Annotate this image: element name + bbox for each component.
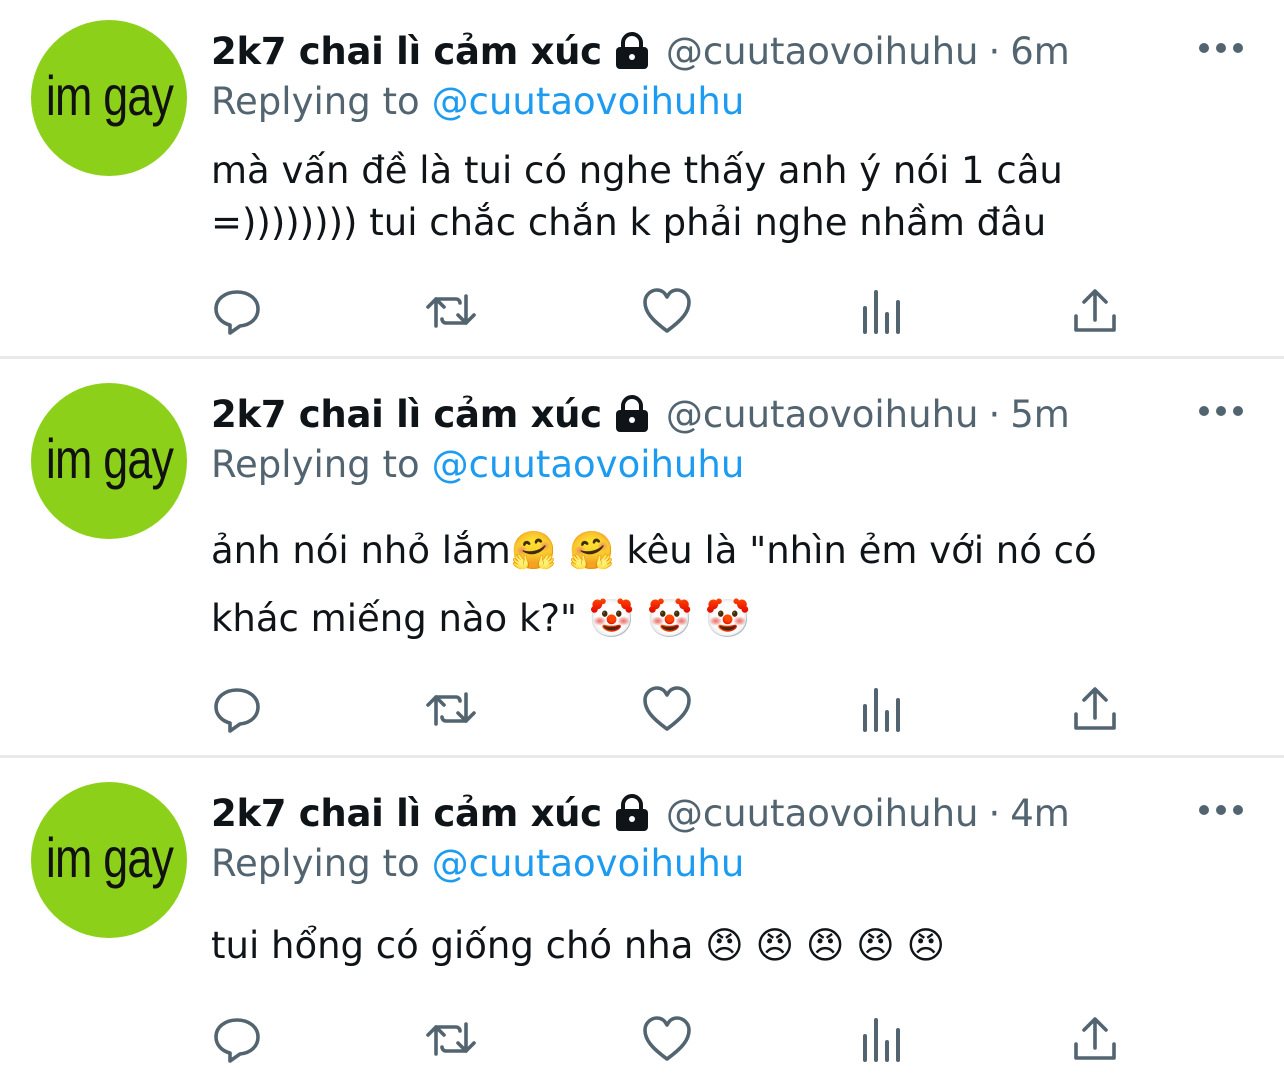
reply-icon[interactable] <box>212 1014 262 1064</box>
tweet-header: 2k7 chai lì cảm xúc @cuutaovoihuhu · 6m <box>211 26 1070 76</box>
share-icon[interactable] <box>1070 286 1120 336</box>
like-icon[interactable] <box>642 1014 692 1064</box>
retweet-icon[interactable] <box>426 1014 476 1064</box>
timestamp[interactable]: 5m <box>1010 393 1070 436</box>
tweet[interactable]: im gay 2k7 chai lì cảm xúc @cuutaovoihuh… <box>0 359 1284 756</box>
tweet-header: 2k7 chai lì cảm xúc @cuutaovoihuhu · 5m <box>211 389 1070 439</box>
tweet[interactable]: im gay 2k7 chai lì cảm xúc @cuutaovoihuh… <box>0 758 1284 1086</box>
timestamp[interactable]: 4m <box>1010 792 1070 835</box>
timestamp[interactable]: 6m <box>1010 30 1070 73</box>
replying-label: Replying to <box>211 79 420 123</box>
tweet-header: 2k7 chai lì cảm xúc @cuutaovoihuhu · 4m <box>211 788 1070 838</box>
tweet[interactable]: im gay 2k7 chai lì cảm xúc @cuutaovoihuh… <box>0 0 1284 357</box>
more-icon[interactable] <box>1198 800 1244 820</box>
retweet-icon[interactable] <box>426 684 476 734</box>
replying-label: Replying to <box>211 841 420 885</box>
lock-icon <box>612 394 652 434</box>
user-handle[interactable]: @cuutaovoihuhu <box>666 393 979 436</box>
tweet-actions <box>212 684 1132 734</box>
avatar[interactable]: im gay <box>31 383 187 539</box>
share-icon[interactable] <box>1070 684 1120 734</box>
dot-separator: · <box>988 791 1001 835</box>
avatar-text: im gay <box>45 825 173 889</box>
like-icon[interactable] <box>642 684 692 734</box>
views-icon[interactable] <box>857 286 907 336</box>
more-icon[interactable] <box>1198 38 1244 58</box>
retweet-icon[interactable] <box>426 286 476 336</box>
tweet-actions <box>212 1014 1132 1064</box>
share-icon[interactable] <box>1070 1014 1120 1064</box>
more-icon[interactable] <box>1198 401 1244 421</box>
views-icon[interactable] <box>857 1014 907 1064</box>
display-name[interactable]: 2k7 chai lì cảm xúc <box>211 792 602 835</box>
reply-icon[interactable] <box>212 286 262 336</box>
replying-to: Replying to @cuutaovoihuhu <box>211 76 744 126</box>
tweet-text: ảnh nói nhỏ lắm🤗 🤗 kêu là "nhìn ẻm với n… <box>211 529 1097 640</box>
replying-to: Replying to @cuutaovoihuhu <box>211 838 744 888</box>
tweet-text: mà vấn đề là tui có nghe thấy anh ý nói … <box>211 149 1063 244</box>
replying-handle-link[interactable]: @cuutaovoihuhu <box>432 443 745 486</box>
replying-handle-link[interactable]: @cuutaovoihuhu <box>432 80 745 123</box>
avatar[interactable]: im gay <box>31 20 187 176</box>
user-handle[interactable]: @cuutaovoihuhu <box>666 792 979 835</box>
like-icon[interactable] <box>642 286 692 336</box>
lock-icon <box>612 793 652 833</box>
replying-label: Replying to <box>211 442 420 486</box>
replying-to: Replying to @cuutaovoihuhu <box>211 439 744 489</box>
display-name[interactable]: 2k7 chai lì cảm xúc <box>211 393 602 436</box>
display-name[interactable]: 2k7 chai lì cảm xúc <box>211 30 602 73</box>
dot-separator: · <box>988 392 1001 436</box>
lock-icon <box>612 31 652 71</box>
views-icon[interactable] <box>857 684 907 734</box>
replying-handle-link[interactable]: @cuutaovoihuhu <box>432 842 745 885</box>
tweet-text: tui hổng có giống chó nha 😠 😠 😠 😠 😠 <box>211 924 946 967</box>
tweet-actions <box>212 286 1132 336</box>
avatar-text: im gay <box>45 63 173 127</box>
avatar-text: im gay <box>45 426 173 490</box>
user-handle[interactable]: @cuutaovoihuhu <box>666 30 979 73</box>
reply-icon[interactable] <box>212 684 262 734</box>
avatar[interactable]: im gay <box>31 782 187 938</box>
dot-separator: · <box>988 29 1001 73</box>
